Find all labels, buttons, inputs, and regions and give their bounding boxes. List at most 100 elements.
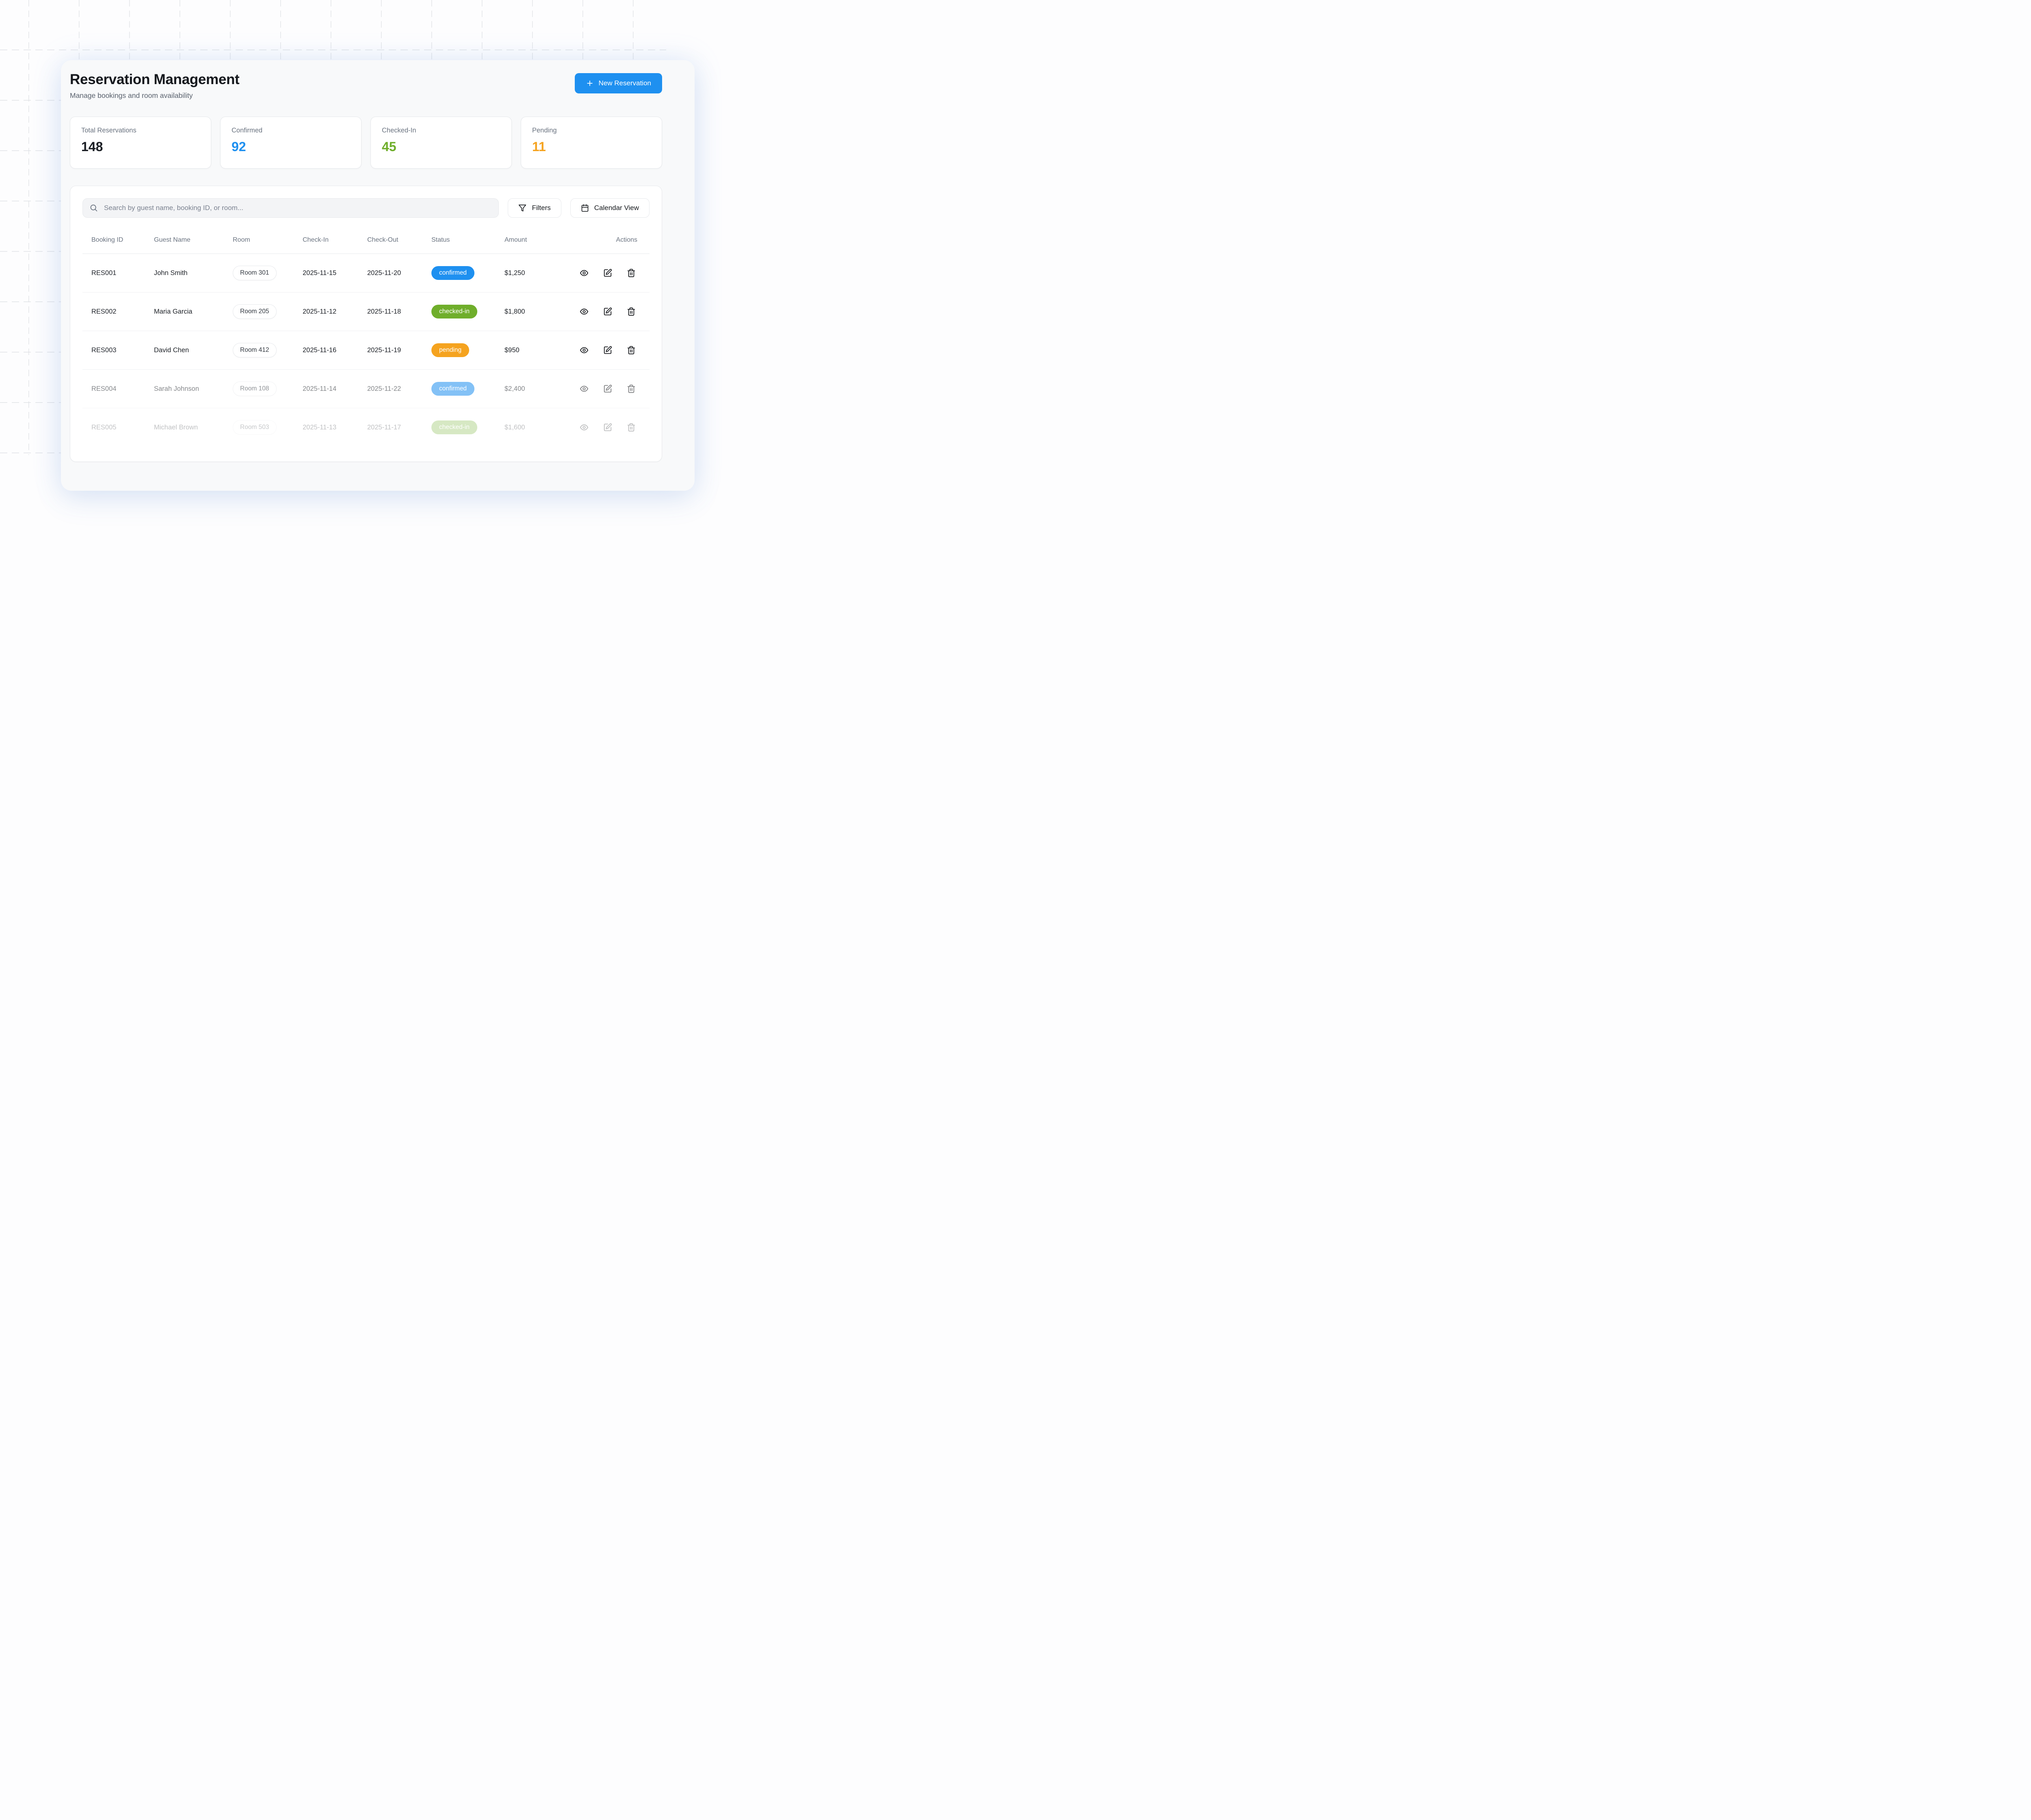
table-header-row: Booking ID Guest Name Room Check-In Chec… [82,231,650,254]
booking-id: RES001 [91,269,154,277]
stat-value: 92 [232,139,350,154]
check-out-date: 2025-11-17 [367,424,431,431]
check-in-date: 2025-11-15 [303,269,367,277]
guest-name: Maria Garcia [154,308,233,316]
check-in-date: 2025-11-16 [303,347,367,354]
delete-button[interactable] [627,307,636,316]
check-in-date: 2025-11-12 [303,308,367,316]
view-button[interactable] [580,423,589,432]
table-row: RES005 Michael Brown Room 503 2025-11-13… [82,408,650,446]
view-button[interactable] [580,307,589,316]
guest-name: David Chen [154,347,233,354]
new-reservation-button[interactable]: New Reservation [575,73,662,93]
filters-button[interactable]: Filters [508,198,561,218]
column-header-check-out: Check-Out [367,236,431,244]
check-in-date: 2025-11-13 [303,424,367,431]
edit-button[interactable] [603,307,612,316]
room-chip: Room 301 [233,266,277,280]
view-button[interactable] [580,346,589,355]
guest-name: John Smith [154,269,233,277]
eye-icon [580,423,589,432]
column-header-booking-id: Booking ID [91,236,154,244]
booking-id: RES004 [91,385,154,393]
plus-icon [586,79,594,87]
view-button[interactable] [580,384,589,393]
check-out-date: 2025-11-18 [367,308,431,316]
stats-row: Total Reservations 148 Confirmed 92 Chec… [70,117,662,169]
page-subtitle: Manage bookings and room availability [70,91,239,100]
trash-icon [627,423,636,432]
stat-value: 45 [382,139,500,154]
amount: $1,800 [505,308,578,316]
booking-id: RES003 [91,347,154,354]
check-out-date: 2025-11-22 [367,385,431,393]
page-title: Reservation Management [70,71,239,89]
guest-name: Sarah Johnson [154,385,233,393]
column-header-guest-name: Guest Name [154,236,233,244]
title-block: Reservation Management Manage bookings a… [70,71,239,100]
delete-button[interactable] [627,423,636,432]
edit-button[interactable] [603,346,612,355]
column-header-check-in: Check-In [303,236,367,244]
delete-button[interactable] [627,384,636,393]
trash-icon [627,384,636,393]
stat-label: Confirmed [232,127,350,134]
status-badge: confirmed [431,382,474,396]
calendar-icon [581,204,589,212]
booking-id: RES002 [91,308,154,316]
delete-button[interactable] [627,346,636,355]
stat-value: 11 [532,139,651,154]
column-header-status: Status [431,236,505,244]
check-out-date: 2025-11-20 [367,269,431,277]
trash-icon [627,269,636,277]
delete-button[interactable] [627,269,636,277]
stat-value: 148 [81,139,200,154]
reservations-table: Booking ID Guest Name Room Check-In Chec… [82,231,650,446]
check-out-date: 2025-11-19 [367,347,431,354]
stat-label: Pending [532,127,651,134]
edit-icon [603,269,612,277]
stat-card-pending: Pending 11 [521,117,662,169]
view-button[interactable] [580,269,589,277]
new-reservation-label: New Reservation [599,79,651,87]
calendar-view-label: Calendar View [594,204,639,212]
room-chip: Room 108 [233,381,277,396]
edit-button[interactable] [603,423,612,432]
status-badge: confirmed [431,266,474,280]
edit-button[interactable] [603,384,612,393]
reservation-management-card: Reservation Management Manage bookings a… [61,60,695,491]
reservations-panel: Filters Calendar View Booking ID Guest N… [70,186,662,462]
table-body: RES001 John Smith Room 301 2025-11-15 20… [82,254,650,446]
check-in-date: 2025-11-14 [303,385,367,393]
room-chip: Room 205 [233,304,277,319]
page: Reservation Management Manage bookings a… [0,0,666,455]
edit-icon [603,423,612,432]
eye-icon [580,307,589,316]
stat-card-confirmed: Confirmed 92 [220,117,362,169]
table-row: RES002 Maria Garcia Room 205 2025-11-12 … [82,292,650,331]
eye-icon [580,346,589,355]
search-wrap [82,198,499,218]
column-header-room: Room [233,236,303,244]
edit-button[interactable] [603,269,612,277]
trash-icon [627,307,636,316]
status-badge: checked-in [431,420,477,434]
row-actions [578,269,650,277]
column-header-actions: Actions [578,236,650,244]
row-actions [578,384,650,393]
trash-icon [627,346,636,355]
card-header: Reservation Management Manage bookings a… [70,71,662,100]
stat-label: Checked-In [382,127,500,134]
room-chip: Room 412 [233,343,277,358]
table-row: RES003 David Chen Room 412 2025-11-16 20… [82,331,650,370]
search-input[interactable] [82,198,499,218]
calendar-view-button[interactable]: Calendar View [570,198,650,218]
filter-icon [518,204,526,212]
status-badge: checked-in [431,305,477,318]
search-icon [89,204,98,212]
table-row: RES001 John Smith Room 301 2025-11-15 20… [82,254,650,292]
stat-card-checked-in: Checked-In 45 [370,117,512,169]
eye-icon [580,384,589,393]
edit-icon [603,307,612,316]
status-badge: pending [431,343,469,357]
